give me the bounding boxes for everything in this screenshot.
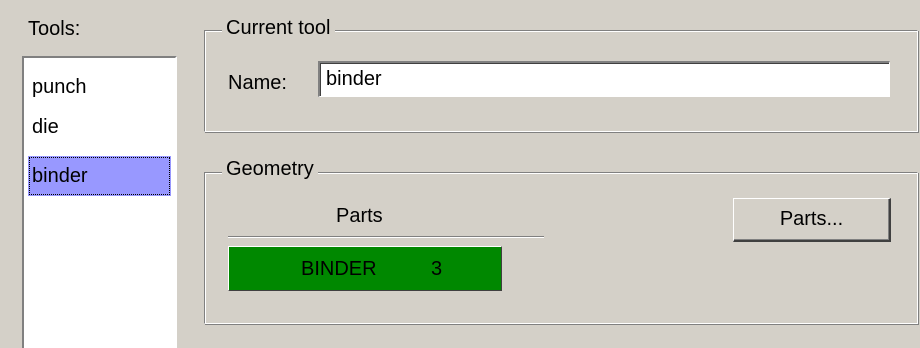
part-row[interactable]: BINDER 3 [228,246,502,291]
tools-list[interactable]: punch die binder [22,56,177,348]
name-input[interactable]: binder [318,61,890,97]
part-count: 3 [431,258,443,280]
geometry-title: Geometry [222,158,318,180]
tool-item-binder[interactable]: binder [28,156,171,196]
part-name: BINDER [301,258,377,280]
current-tool-title: Current tool [222,17,335,39]
parts-button[interactable]: Parts... [733,198,891,242]
tools-label: Tools: [28,18,81,40]
name-label: Name: [228,72,287,94]
tool-item-die[interactable]: die [28,107,171,147]
parts-column-header: Parts [336,205,383,227]
tool-item-punch[interactable]: punch [28,67,171,107]
parts-header-divider [228,236,544,238]
